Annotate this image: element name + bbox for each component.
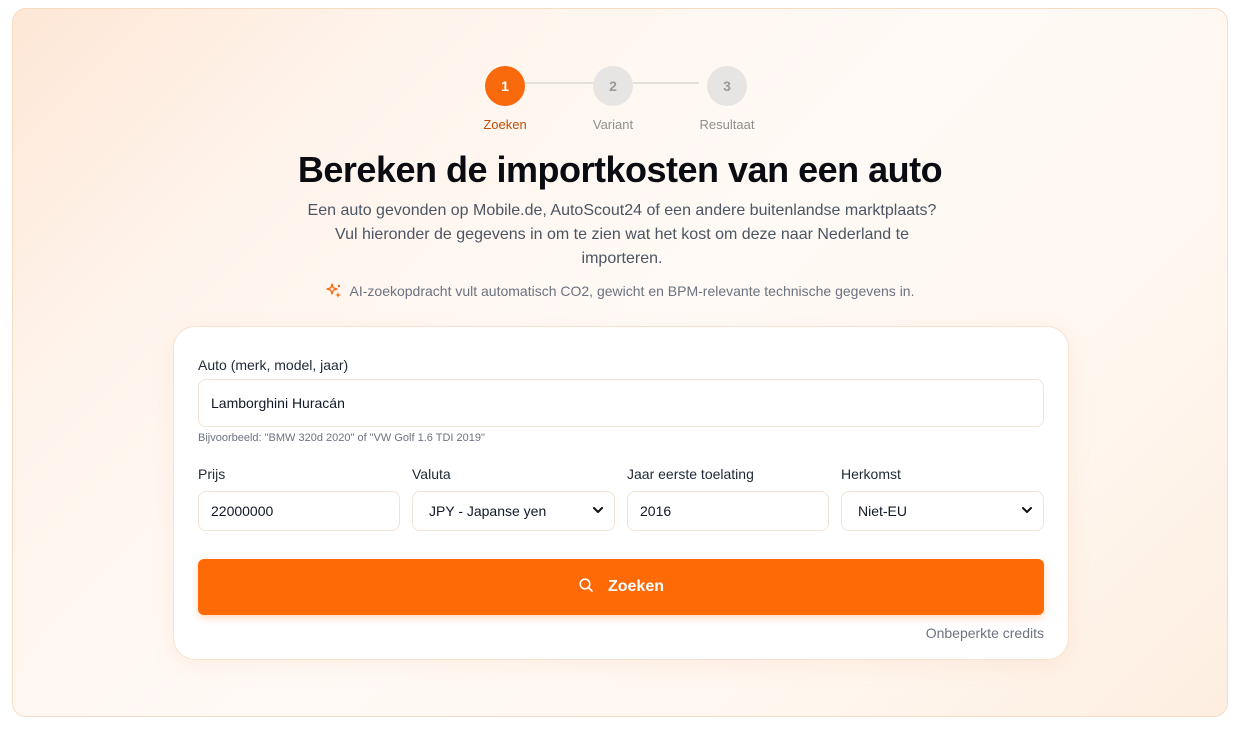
page-title: Bereken de importkosten van een auto	[297, 149, 943, 190]
chevron-down-icon	[1021, 503, 1033, 519]
search-card: Auto (merk, model, jaar) Bijvoorbeeld: "…	[173, 326, 1069, 660]
currency-select[interactable]: JPY - Japanse yen	[412, 491, 615, 531]
currency-label: Valuta	[412, 466, 451, 482]
step-search[interactable]: 1 Zoeken	[465, 66, 545, 132]
origin-label: Herkomst	[841, 466, 901, 482]
search-icon	[578, 577, 594, 598]
ai-note-text: AI-zoekopdracht vult automatisch CO2, ge…	[349, 283, 915, 299]
year-label: Jaar eerste toelating	[627, 466, 754, 482]
origin-select[interactable]: Niet-EU	[841, 491, 1044, 531]
ai-note: AI-zoekopdracht vult automatisch CO2, ge…	[13, 283, 1227, 299]
page-container: 1 Zoeken 2 Variant 3 Resultaat Bereken d…	[12, 8, 1228, 717]
step-label: Variant	[592, 117, 634, 132]
chevron-down-icon	[592, 503, 604, 519]
step-result[interactable]: 3 Resultaat	[687, 66, 767, 132]
year-input[interactable]	[627, 491, 829, 531]
price-input[interactable]	[198, 491, 400, 531]
sparkles-icon	[325, 283, 342, 299]
intro-line: Een auto gevonden op Mobile.de, AutoScou…	[307, 202, 937, 219]
credits-text: Onbeperkte credits	[925, 625, 1044, 641]
car-hint: Bijvoorbeeld: "BMW 320d 2020" of "VW Gol…	[198, 432, 485, 444]
step-number: 2	[593, 66, 633, 106]
step-number: 3	[707, 66, 747, 106]
intro-line: Vul hieronder de gegevens in om te zien …	[335, 226, 909, 243]
car-input[interactable]	[198, 379, 1044, 427]
step-number: 1	[485, 66, 525, 106]
search-button-label: Zoeken	[607, 578, 664, 595]
stepper: 1 Zoeken 2 Variant 3 Resultaat	[13, 66, 1227, 146]
car-label: Auto (merk, model, jaar)	[198, 357, 349, 373]
step-label: Zoeken	[483, 117, 527, 132]
search-button[interactable]: Zoeken	[198, 559, 1044, 615]
price-label: Prijs	[198, 466, 226, 482]
intro-text: Een auto gevonden op Mobile.de, AutoScou…	[297, 199, 947, 271]
currency-value: JPY - Japanse yen	[429, 503, 547, 519]
step-label: Resultaat	[699, 117, 755, 132]
step-variant[interactable]: 2 Variant	[573, 66, 653, 132]
origin-value: Niet-EU	[858, 503, 908, 519]
intro-line: importeren.	[581, 250, 663, 267]
